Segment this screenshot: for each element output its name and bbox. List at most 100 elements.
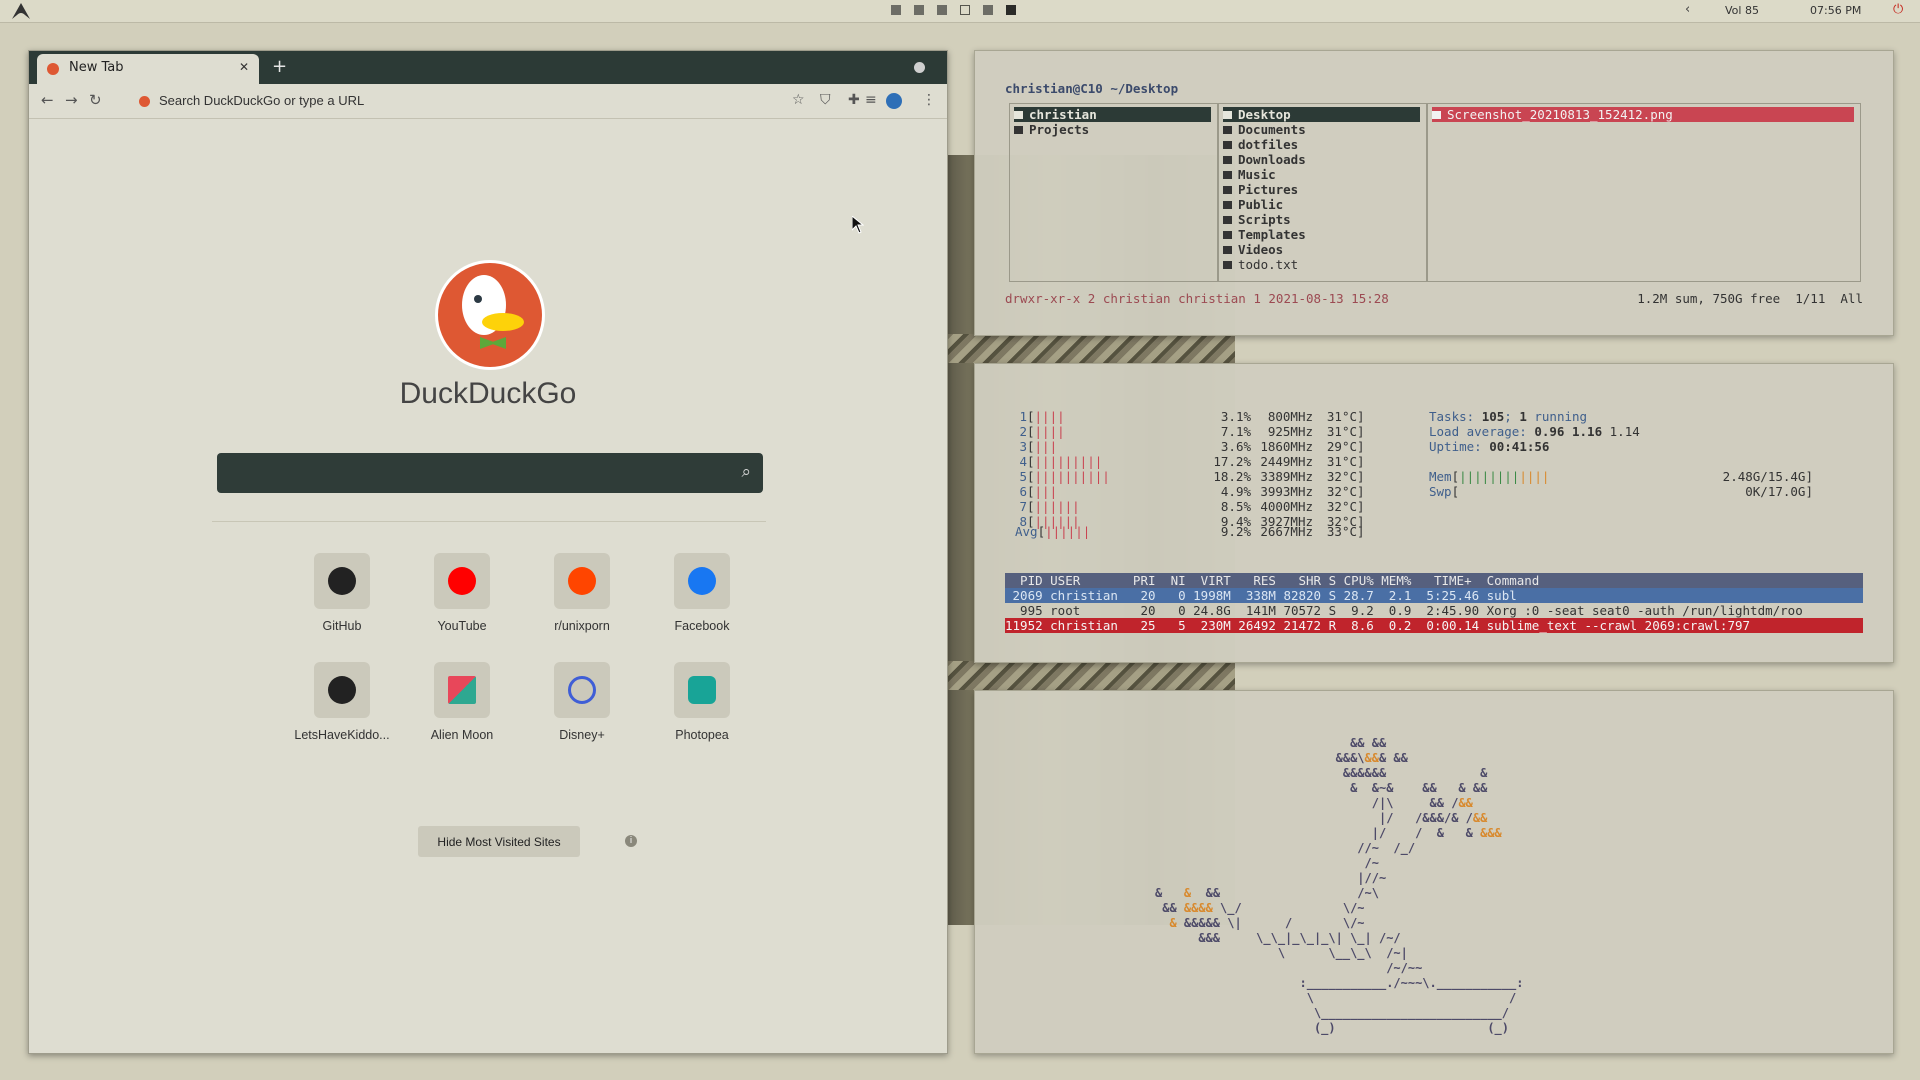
tab-title: New Tab: [69, 60, 124, 75]
workspace-3-indicator[interactable]: [937, 5, 947, 15]
menu-kebab-icon[interactable]: ⋮: [922, 92, 936, 108]
table-row[interactable]: 995 root 20 0 24.8G 141M 70572 S 9.2 0.9…: [1005, 603, 1803, 618]
shortcut-tile[interactable]: LetsHaveKiddo...: [277, 662, 397, 752]
back-arrow-icon[interactable]: ←: [41, 91, 54, 109]
process-table-header[interactable]: PID USER PRI NI VIRT RES SHR S CPU% MEM%…: [1005, 573, 1863, 588]
shortcut-icon-box[interactable]: [434, 553, 490, 609]
profile-avatar[interactable]: [886, 93, 902, 109]
cpu-meter-value: 9.2% 2667MHz 33°C]: [1220, 524, 1365, 539]
divider: [212, 521, 766, 522]
ascii-art-terminal: && && &&&\&&& && &&&&&& & & &~& && & && …: [974, 690, 1894, 1054]
info-icon[interactable]: i: [625, 835, 637, 847]
uptime-line: Uptime: 00:41:56: [1429, 439, 1550, 454]
list-item-label: Templates: [1238, 227, 1306, 242]
browser-toolbar: ← → ↻ ☆ ⛉ ✚ ≡ ⋮: [29, 84, 947, 119]
site-info-icon[interactable]: [139, 96, 150, 107]
browser-window: New Tab ✕ + ← → ↻ ☆ ⛉ ✚ ≡ ⋮ DuckDuckGo ⌕…: [28, 50, 948, 1054]
table-row[interactable]: 2069 christian 20 0 1998M 338M 82820 S 2…: [1005, 588, 1863, 603]
list-item[interactable]: Documents: [1223, 122, 1420, 137]
search-icon[interactable]: ⌕: [741, 462, 751, 482]
ranger-file-manager: christian@C10 ~/Desktop christian Project…: [974, 50, 1894, 336]
list-item-label: Projects: [1029, 122, 1090, 137]
ranger-status-right: 1.2M sum, 750G free 1/11 All: [1637, 291, 1863, 306]
list-item[interactable]: Scripts: [1223, 212, 1420, 227]
shortcut-tile[interactable]: YouTube: [397, 553, 517, 643]
shortcut-icon-box[interactable]: [314, 662, 370, 718]
shortcut-tile[interactable]: GitHub: [277, 553, 397, 643]
shortcut-tile[interactable]: r/unixporn: [517, 553, 637, 643]
shortcut-icon-box[interactable]: [674, 553, 730, 609]
list-item[interactable]: Downloads: [1223, 152, 1420, 167]
mouse-cursor-icon: [852, 216, 864, 234]
reddit-icon: [568, 567, 596, 595]
htop-window: 1[|||| 3.1% 800MHz 31°C] 2[|||| 7.1% 925MHz 31°…: [974, 363, 1894, 663]
forward-arrow-icon[interactable]: →: [65, 91, 78, 109]
cpu-meter-value: 17.2% 2449MHz 31°C]: [1213, 454, 1365, 469]
list-item-label: todo.txt: [1238, 257, 1299, 272]
shortcut-icon-box[interactable]: [314, 553, 370, 609]
reading-list-icon[interactable]: ≡: [865, 92, 877, 108]
address-bar-input[interactable]: [159, 93, 609, 108]
folder-icon: [1014, 111, 1023, 119]
volume-indicator[interactable]: Vol 85: [1725, 4, 1759, 17]
reload-icon[interactable]: ↻: [89, 91, 102, 109]
github-icon: [328, 676, 356, 704]
tab-strip: New Tab ✕ +: [29, 51, 947, 84]
workspace-1-indicator[interactable]: [891, 5, 901, 15]
hide-most-visited-button[interactable]: Hide Most Visited Sites: [418, 826, 580, 857]
shortcut-tile[interactable]: Facebook: [637, 553, 757, 643]
shortcut-tile[interactable]: Disney+: [517, 662, 637, 752]
workspace-6-indicator[interactable]: [1006, 5, 1016, 15]
tab-search-icon[interactable]: [914, 62, 925, 73]
new-tab-plus-icon[interactable]: +: [272, 56, 287, 77]
workspace-2-indicator[interactable]: [914, 5, 924, 15]
list-item[interactable]: Projects: [1014, 122, 1211, 137]
list-item[interactable]: todo.txt: [1223, 257, 1420, 272]
extensions-puzzle-icon[interactable]: ✚: [848, 92, 860, 108]
shortcut-icon-box[interactable]: [554, 662, 610, 718]
tray-expand-chevron-icon[interactable]: ‹: [1685, 2, 1690, 17]
list-item-label: Pictures: [1238, 182, 1299, 197]
shortcut-icon-box[interactable]: [434, 662, 490, 718]
shortcut-icon-box[interactable]: [674, 662, 730, 718]
shortcut-tile[interactable]: Alien Moon: [397, 662, 517, 752]
top-bar: ‹ Vol 85 07:56 PM ⏻: [0, 0, 1920, 23]
workspace-5-indicator[interactable]: [983, 5, 993, 15]
folder-icon: [1223, 141, 1232, 149]
table-row[interactable]: 11952 christian 25 5 230M 26492 21472 R …: [1005, 618, 1863, 633]
list-item-label: Downloads: [1238, 152, 1306, 167]
list-item-label: christian: [1029, 107, 1097, 122]
list-item[interactable]: Videos: [1223, 242, 1420, 257]
list-item-label: Desktop: [1238, 107, 1291, 122]
ranger-prompt: christian@C10 ~/Desktop: [1005, 81, 1179, 96]
youtube-icon: [448, 567, 476, 595]
shortcut-tile[interactable]: Photopea: [637, 662, 757, 752]
cpu-meter-value: 4.9% 3993MHz 32°C]: [1220, 484, 1365, 499]
workspace-4-indicator[interactable]: [960, 5, 970, 15]
github-icon: [328, 567, 356, 595]
list-item[interactable]: dotfiles: [1223, 137, 1420, 152]
list-item[interactable]: Music: [1223, 167, 1420, 182]
bookmark-star-icon[interactable]: ☆: [792, 92, 805, 108]
power-icon[interactable]: ⏻: [1893, 2, 1903, 17]
folder-icon: [1223, 246, 1232, 254]
list-item[interactable]: Pictures: [1223, 182, 1420, 197]
alien-moon-icon: [448, 676, 476, 704]
shortcut-icon-box[interactable]: [554, 553, 610, 609]
list-item[interactable]: Desktop: [1223, 107, 1420, 122]
close-tab-icon[interactable]: ✕: [239, 60, 249, 74]
parent-directory-pane: christian Projects: [1009, 103, 1218, 282]
search-input[interactable]: ⌕: [217, 453, 763, 493]
list-item[interactable]: Public: [1223, 197, 1420, 212]
list-item[interactable]: Screenshot_20210813_152412.png: [1432, 107, 1854, 122]
privacy-shield-icon[interactable]: ⛉: [820, 92, 831, 108]
list-item-label: Documents: [1238, 122, 1306, 137]
list-item[interactable]: christian: [1014, 107, 1211, 122]
tab-new-tab[interactable]: New Tab ✕: [37, 54, 259, 84]
cpu-meter-value: 3.6% 1860MHz 29°C]: [1220, 439, 1365, 454]
list-item[interactable]: Templates: [1223, 227, 1420, 242]
swap-value: 0K/17.0G]: [1745, 484, 1813, 499]
folder-icon: [1223, 231, 1232, 239]
arch-logo-icon[interactable]: [12, 3, 30, 19]
duckduckgo-logo: [435, 260, 545, 370]
